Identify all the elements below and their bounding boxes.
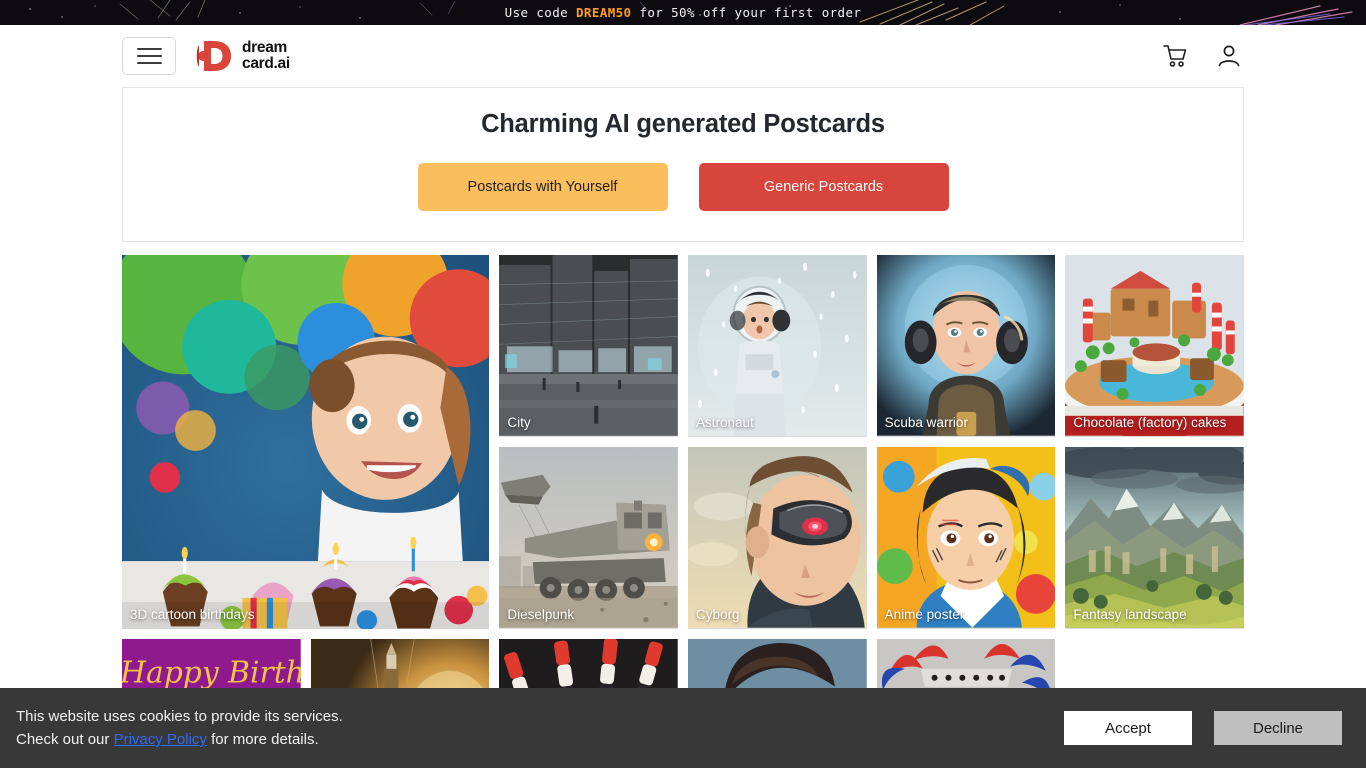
cart-button[interactable] xyxy=(1160,41,1190,71)
hamburger-icon-bar xyxy=(136,48,162,50)
privacy-policy-link[interactable]: Privacy Policy xyxy=(114,731,207,748)
user-account-icon xyxy=(1218,45,1240,67)
tile-label: Dieselpunk xyxy=(507,607,575,622)
gallery-tile-dieselpunk[interactable]: Dieselpunk xyxy=(499,447,678,629)
dieselpunk-art xyxy=(499,447,678,628)
header-actions xyxy=(1160,41,1244,71)
gallery-tile-chocolate-cakes[interactable]: Chocolate (factory) cakes xyxy=(1065,255,1244,437)
chocolate-cakes-art xyxy=(1065,255,1244,436)
accept-cookies-button[interactable]: Accept xyxy=(1064,711,1192,745)
cookie-message: This website uses cookies to provide its… xyxy=(16,705,343,752)
hamburger-icon-bar xyxy=(136,62,162,64)
cookie-line-2-suffix: for more details. xyxy=(206,731,319,748)
astronaut-art xyxy=(688,255,867,436)
cookie-line-2: Check out our Privacy Policy for more de… xyxy=(16,728,343,751)
gallery-tile-astronaut[interactable]: Astronaut xyxy=(688,255,867,437)
tile-label: Cyborg xyxy=(696,607,740,622)
cookie-actions: Accept Decline xyxy=(1064,711,1342,745)
promo-message: Use code DREAM50 for 50% off your first … xyxy=(505,5,862,20)
site-header: dream card.ai xyxy=(0,25,1366,87)
promo-code: DREAM50 xyxy=(576,5,632,20)
cookie-line-1: This website uses cookies to provide its… xyxy=(16,707,343,725)
gallery-tile-cyborg[interactable]: Cyborg xyxy=(688,447,867,629)
cartoon-birthday-art xyxy=(122,255,490,629)
promo-suffix: for 50% off your first order xyxy=(631,5,862,20)
tile-label: Chocolate (factory) cakes xyxy=(1073,415,1227,430)
decline-cookies-button[interactable]: Decline xyxy=(1214,711,1342,745)
scuba-warrior-art xyxy=(876,255,1056,436)
tile-label: Scuba warrior xyxy=(884,415,968,430)
tile-label: 3D cartoon birthdays xyxy=(130,607,255,622)
postcards-with-yourself-button[interactable]: Postcards with Yourself xyxy=(417,163,668,211)
brand-line-1: dream xyxy=(242,39,288,57)
hero-buttons: Postcards with Yourself Generic Postcard… xyxy=(143,163,1223,211)
page-title: Charming AI generated Postcards xyxy=(481,110,885,138)
gallery-tile-scuba-warrior[interactable]: Scuba warrior xyxy=(876,255,1056,437)
tile-label: Anime poster xyxy=(884,607,965,622)
tile-label: City xyxy=(507,415,531,430)
hamburger-icon-bar xyxy=(136,55,162,57)
gallery-tile-3d-cartoon-birthdays[interactable]: 3D cartoon birthdays xyxy=(122,255,490,629)
promo-banner: Use code DREAM50 for 50% off your first … xyxy=(0,0,1366,25)
brand-wordmark: dream card.ai xyxy=(242,40,290,72)
brand-line-2: card.ai xyxy=(242,55,290,72)
cookie-line-2-prefix: Check out our xyxy=(16,731,114,748)
account-button[interactable] xyxy=(1214,41,1244,71)
brand-logo[interactable]: dream card.ai xyxy=(194,37,290,75)
gallery-tile-anime-poster[interactable]: Anime poster xyxy=(876,447,1056,629)
city-art xyxy=(499,255,678,436)
fantasy-landscape-art xyxy=(1065,447,1244,628)
gallery-tile-city[interactable]: City xyxy=(499,255,678,437)
cookie-consent-bar: This website uses cookies to provide its… xyxy=(0,688,1366,768)
hero-panel: Charming AI generated Postcards Postcard… xyxy=(122,87,1244,242)
svg-text:Happy Birthday: Happy Birthday xyxy=(122,656,301,691)
shopping-cart-icon xyxy=(1163,45,1187,67)
tile-label: Astronaut xyxy=(696,415,754,430)
anime-poster-art xyxy=(876,447,1056,628)
gallery-tile-fantasy-landscape[interactable]: Fantasy landscape xyxy=(1065,447,1244,629)
cyborg-art xyxy=(688,447,867,628)
promo-prefix: Use code xyxy=(504,5,576,20)
generic-postcards-button[interactable]: Generic Postcards xyxy=(698,163,949,211)
menu-button[interactable] xyxy=(122,37,176,75)
tile-label: Fantasy landscape xyxy=(1073,607,1187,622)
dreamcard-logo-icon xyxy=(196,41,231,71)
